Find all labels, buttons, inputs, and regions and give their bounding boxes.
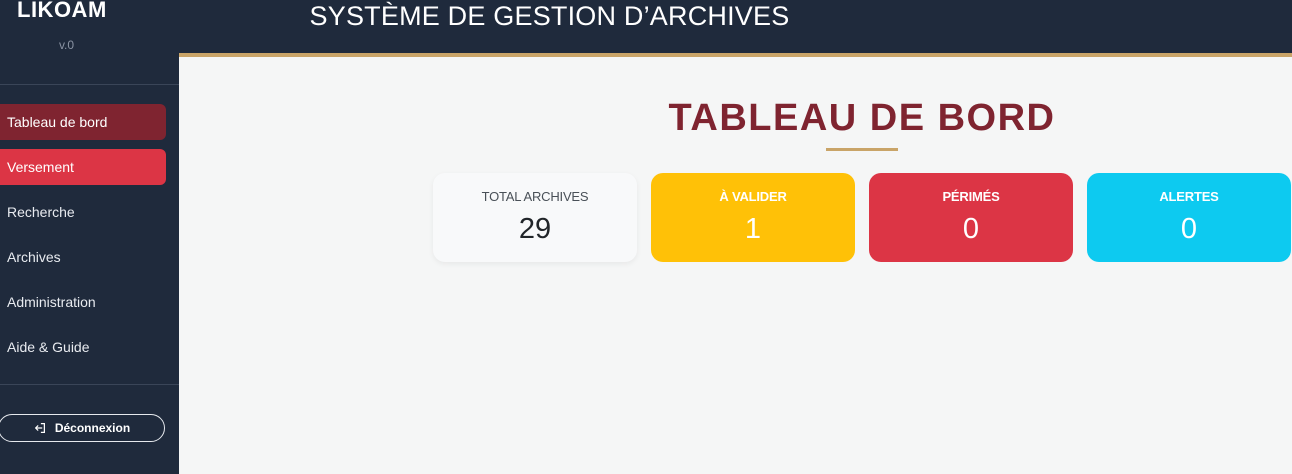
page-title: TABLEAU DE BORD	[668, 97, 1056, 139]
sidebar-divider	[0, 384, 179, 385]
sidebar: LIKOAM v.0 Tableau de bord Versement Rec…	[0, 0, 179, 474]
sidebar-item-archives[interactable]: Archives	[0, 239, 166, 275]
sidebar-item-tableau-de-bord[interactable]: Tableau de bord	[0, 104, 166, 140]
stat-card-total-archives[interactable]: TOTAL ARCHIVES 29	[433, 173, 637, 262]
app-title: SYSTÈME DE GESTION D’ARCHIVES	[309, 1, 790, 31]
sidebar-item-recherche[interactable]: Recherche	[0, 194, 166, 230]
stat-card-value: 1	[744, 213, 762, 245]
stat-card-label: TOTAL ARCHIVES	[481, 189, 589, 204]
stat-card-value: 29	[518, 213, 552, 245]
stat-card-label: PÉRIMÉS	[942, 189, 1000, 204]
sidebar-item-aide-guide[interactable]: Aide & Guide	[0, 329, 166, 365]
logout-icon	[34, 423, 45, 433]
stat-card-label: ALERTES	[1159, 189, 1219, 204]
stat-card-a-valider[interactable]: À VALIDER 1	[651, 173, 855, 262]
logout-label: Déconnexion	[54, 421, 131, 435]
stat-card-label: À VALIDER	[719, 189, 787, 204]
brand-logo-text: LIKOAM	[17, 0, 107, 22]
logout-button[interactable]: Déconnexion	[0, 414, 165, 442]
title-underline	[826, 148, 898, 151]
app-version: v.0	[58, 38, 75, 52]
stat-card-perimes[interactable]: PÉRIMÉS 0	[869, 173, 1073, 262]
stat-card-value: 0	[1180, 213, 1198, 245]
sidebar-divider	[0, 84, 179, 85]
sidebar-item-versement[interactable]: Versement	[0, 149, 166, 185]
stat-card-value: 0	[962, 213, 980, 245]
sidebar-item-administration[interactable]: Administration	[0, 284, 166, 320]
stat-card-alertes[interactable]: ALERTES 0	[1087, 173, 1291, 262]
top-header: SYSTÈME DE GESTION D’ARCHIVES	[179, 0, 1292, 57]
